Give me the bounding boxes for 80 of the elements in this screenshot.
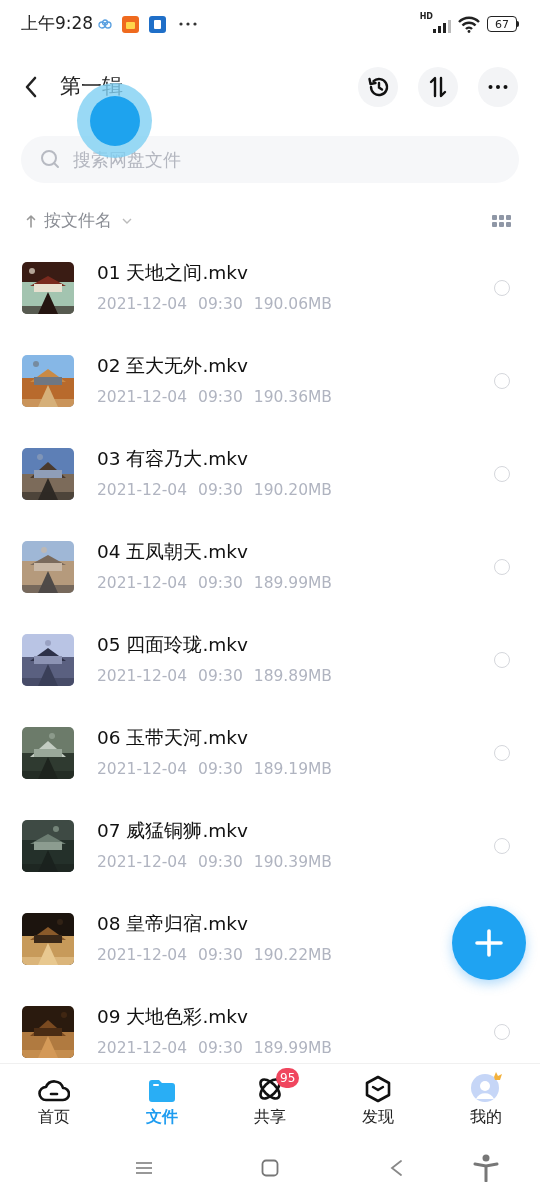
battery-level: 67 [495, 18, 509, 30]
file-date: 2021-12-04 [97, 573, 188, 593]
app-icon [149, 15, 167, 33]
file-size: 190.06MB [253, 294, 332, 314]
menu-icon[interactable] [135, 1161, 153, 1175]
cloud-icon [98, 19, 113, 29]
file-name: 02 至大无外.mkv [97, 354, 249, 378]
file-row[interactable]: 03 有容乃大.mkv 2021-12-04 09:30 190.20MB [0, 427, 540, 520]
avatar-icon [469, 1071, 503, 1103]
more-button[interactable] [478, 66, 518, 107]
file-size: 189.99MB [253, 573, 332, 593]
file-size: 190.36MB [253, 387, 332, 407]
file-time: 09:30 [198, 945, 243, 965]
file-date: 2021-12-04 [97, 666, 188, 686]
file-date: 2021-12-04 [97, 294, 188, 314]
file-size: 190.20MB [253, 480, 332, 500]
plus-icon [474, 928, 504, 958]
file-time: 09:30 [198, 1038, 243, 1058]
file-date: 2021-12-04 [97, 759, 188, 779]
file-row[interactable]: 09 大地色彩.mkv 2021-12-04 09:30 189.99MB [0, 985, 540, 1063]
file-size: 190.22MB [253, 945, 332, 965]
back-icon[interactable] [389, 1159, 403, 1177]
folder-icon [148, 1079, 176, 1103]
file-time: 09:30 [198, 387, 243, 407]
file-time: 09:30 [198, 294, 243, 314]
accessibility-icon[interactable] [473, 1154, 499, 1182]
back-icon [24, 75, 38, 98]
search-icon [40, 149, 60, 169]
home-icon[interactable] [261, 1159, 279, 1177]
file-name: 07 威猛铜狮.mkv [97, 819, 249, 843]
app-icon [122, 15, 140, 33]
history-button[interactable] [358, 66, 398, 107]
file-name: 09 大地色彩.mkv [97, 1005, 249, 1029]
file-name: 08 皇帝归宿.mkv [97, 912, 249, 936]
file-row[interactable]: 05 四面玲珑.mkv 2021-12-04 09:30 189.89MB [0, 613, 540, 706]
network-label: HD [419, 13, 433, 21]
file-date: 2021-12-04 [97, 387, 188, 407]
wifi-icon [457, 15, 481, 33]
notification-badge: 95 [276, 1068, 300, 1088]
tab-item[interactable]: 我的 [432, 1064, 540, 1136]
tab-item[interactable]: 首页 [0, 1064, 108, 1136]
file-date: 2021-12-04 [97, 945, 188, 965]
transfer-button[interactable] [418, 66, 458, 107]
file-name: 06 玉带天河.mkv [97, 726, 249, 750]
file-time: 09:30 [198, 480, 243, 500]
more-icon [179, 22, 198, 26]
file-date: 2021-12-04 [97, 852, 188, 872]
file-size: 190.39MB [253, 852, 332, 872]
file-size: 189.89MB [253, 666, 332, 686]
file-name: 03 有容乃大.mkv [97, 447, 249, 471]
file-time: 09:30 [198, 573, 243, 593]
file-date: 2021-12-04 [97, 1038, 188, 1058]
tab-item[interactable]: 发现 [324, 1064, 432, 1136]
file-row[interactable]: 07 威猛铜狮.mkv 2021-12-04 09:30 190.39MB [0, 799, 540, 892]
status-time: 上午9:28 [21, 12, 94, 36]
tab-item[interactable]: 共享 95 [216, 1064, 324, 1136]
sort-button[interactable]: 按文件名 [26, 208, 132, 234]
file-date: 2021-12-04 [97, 480, 188, 500]
add-button[interactable] [452, 906, 526, 980]
file-row[interactable]: 06 玉带天河.mkv 2021-12-04 09:30 189.19MB [0, 706, 540, 799]
file-time: 09:30 [198, 759, 243, 779]
file-size: 189.99MB [253, 1038, 332, 1058]
arrow-up-icon [26, 214, 36, 228]
grid-view-icon[interactable] [492, 215, 511, 227]
file-time: 09:30 [198, 852, 243, 872]
file-size: 189.19MB [253, 759, 332, 779]
caret-icon [122, 218, 132, 224]
hexagon-icon [365, 1075, 391, 1103]
file-time: 09:30 [198, 666, 243, 686]
file-name: 01 天地之间.mkv [97, 261, 249, 285]
file-name: 04 五凤朝天.mkv [97, 540, 249, 564]
more-icon [488, 84, 508, 89]
page-title: 第一辑 [60, 72, 123, 100]
file-row[interactable]: 01 天地之间.mkv 2021-12-04 09:30 190.06MB [0, 241, 540, 334]
file-row[interactable]: 04 五凤朝天.mkv 2021-12-04 09:30 189.99MB [0, 520, 540, 613]
signal-icon [433, 19, 451, 33]
file-row[interactable]: 08 皇帝归宿.mkv 2021-12-04 09:30 190.22MB [0, 892, 540, 985]
file-name: 05 四面玲珑.mkv [97, 633, 249, 657]
transfer-icon [428, 75, 448, 98]
file-row[interactable]: 02 至大无外.mkv 2021-12-04 09:30 190.36MB [0, 334, 540, 427]
